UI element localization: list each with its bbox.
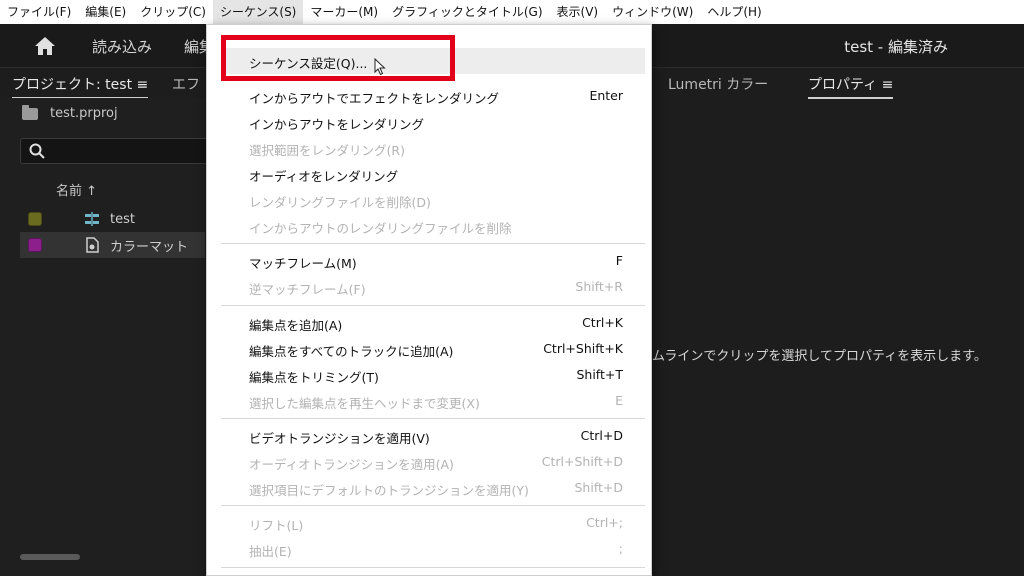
menu-item-label: 編集点を追加(A) xyxy=(249,318,343,333)
list-item[interactable]: test xyxy=(20,206,205,232)
menu-window[interactable]: ウィンドウ(W) xyxy=(605,0,700,24)
menu-item-shortcut: Shift+D xyxy=(574,480,623,495)
menu-item-shortcut: Shift+T xyxy=(576,367,623,382)
menu-item-label: インからアウトのレンダリングファイルを削除 xyxy=(249,221,512,236)
menu-item-render-effects-in-out[interactable]: インからアウトでエフェクトをレンダリング Enter xyxy=(207,83,651,109)
menu-item-label: インからアウトでエフェクトをレンダリング xyxy=(249,91,500,106)
menu-item-shortcut: Ctrl+Shift+D xyxy=(541,454,623,469)
tab-properties[interactable]: プロパティ ≡ xyxy=(808,74,894,99)
menu-item-label: リフト(L) xyxy=(249,518,304,533)
tab-lumetri[interactable]: Lumetri カラー xyxy=(668,74,768,94)
menu-item-delete-render-files-in-out: インからアウトのレンダリングファイルを削除 xyxy=(207,213,651,239)
menu-item-extend-edit-to-playhead: 選択した編集点を再生ヘッドまで変更(X) E xyxy=(207,388,651,414)
folder-icon xyxy=(22,104,38,120)
menu-item-label: マッチフレーム(M) xyxy=(249,256,357,271)
menu-item-shortcut: Shift+R xyxy=(575,279,623,294)
tab-properties-label: プロパティ xyxy=(808,77,878,93)
menu-item-add-edit-all-tracks[interactable]: 編集点をすべてのトラックに追加(A) Ctrl+Shift+K xyxy=(207,336,651,362)
menu-item-label: 選択範囲をレンダリング(R) xyxy=(249,143,405,158)
item-label: カラーマット xyxy=(110,239,189,255)
menu-item-add-edit[interactable]: 編集点を追加(A) Ctrl+K xyxy=(207,310,651,336)
project-panel: test.prproj 名前 ↑ test カラーマット xyxy=(0,98,210,576)
menu-edit[interactable]: 編集(E) xyxy=(78,0,133,24)
panel-menu-icon[interactable]: ≡ xyxy=(137,77,149,93)
list-item[interactable]: カラーマット xyxy=(20,232,205,258)
menu-item-label: オーディオをレンダリング xyxy=(249,169,399,184)
menu-item-label: 編集点をすべてのトラックに追加(A) xyxy=(249,344,454,359)
menu-separator xyxy=(221,567,645,568)
menu-item-extract: 抽出(E) ; xyxy=(207,536,651,562)
menu-item-lift: リフト(L) Ctrl+; xyxy=(207,510,651,536)
menu-item-apply-audio-transition: オーディオトランジションを適用(A) Ctrl+Shift+D xyxy=(207,449,651,475)
menu-item-label: 選択した編集点を再生ヘッドまで変更(X) xyxy=(249,396,480,411)
menu-item-render-in-out[interactable]: インからアウトをレンダリング xyxy=(207,109,651,135)
project-file: test.prproj xyxy=(22,104,118,121)
menu-item-shortcut: Enter xyxy=(589,88,623,103)
properties-hint: ムラインでクリップを選択してプロパティを表示します。 xyxy=(652,349,987,364)
menu-item-label: 逆マッチフレーム(F) xyxy=(249,282,366,297)
sequence-dropdown-menu: シーケンス設定(Q)... インからアウトでエフェクトをレンダリング Enter… xyxy=(206,24,652,576)
menu-item-shortcut: Ctrl+K xyxy=(582,315,623,330)
menu-item-reverse-match-frame: 逆マッチフレーム(F) Shift+R xyxy=(207,274,651,300)
menu-file[interactable]: ファイル(F) xyxy=(0,0,78,24)
menu-separator xyxy=(221,305,645,306)
sequence-icon xyxy=(85,212,99,226)
menu-item-shortcut: Ctrl+D xyxy=(580,428,623,443)
menu-item-label: オーディオトランジションを適用(A) xyxy=(249,457,454,472)
menu-separator xyxy=(221,505,645,506)
horizontal-scrollbar[interactable] xyxy=(20,554,80,560)
menu-help[interactable]: ヘルプ(H) xyxy=(700,0,768,24)
menu-item-apply-video-transition[interactable]: ビデオトランジションを適用(V) Ctrl+D xyxy=(207,423,651,449)
menu-clip[interactable]: クリップ(C) xyxy=(133,0,213,24)
menu-item-shortcut: E xyxy=(615,393,623,408)
menu-item-apply-default-transitions: 選択項目にデフォルトのトランジションを適用(Y) Shift+D xyxy=(207,475,651,501)
menu-item-label: ビデオトランジションを適用(V) xyxy=(249,431,430,446)
menu-marker[interactable]: マーカー(M) xyxy=(303,0,385,24)
menu-separator xyxy=(221,418,645,419)
item-label: test xyxy=(110,211,135,227)
menu-separator xyxy=(221,243,645,244)
label-color-swatch[interactable] xyxy=(28,238,42,252)
menu-item-shortcut: Ctrl+; xyxy=(586,515,623,530)
column-header-name[interactable]: 名前 ↑ xyxy=(56,180,97,199)
menu-item-trim-edit[interactable]: 編集点をトリミング(T) Shift+T xyxy=(207,362,651,388)
menu-item-match-frame[interactable]: マッチフレーム(M) F xyxy=(207,248,651,274)
tab-effects[interactable]: エフ xyxy=(172,74,200,94)
project-file-name: test.prproj xyxy=(50,106,118,121)
menu-item-label: 選択項目にデフォルトのトランジションを適用(Y) xyxy=(249,483,529,498)
menu-item-label: 抽出(E) xyxy=(249,544,292,559)
menu-item-label: レンダリングファイルを削除(D) xyxy=(249,195,431,210)
menu-item-shortcut: F xyxy=(615,253,623,268)
project-title: test - 編集済み xyxy=(844,38,948,56)
home-icon[interactable] xyxy=(34,36,56,56)
search-input[interactable] xyxy=(20,138,210,164)
tab-project[interactable]: プロジェクト: test ≡ xyxy=(12,74,149,99)
menu-item-shortcut: Ctrl+Shift+K xyxy=(543,341,623,356)
tab-project-label: プロジェクト: test xyxy=(12,77,133,93)
menu-item-render-selection: 選択範囲をレンダリング(R) xyxy=(207,135,651,161)
menu-item-shortcut: ; xyxy=(618,541,623,556)
menu-item-delete-render-files: レンダリングファイルを削除(D) xyxy=(207,187,651,213)
label-color-swatch[interactable] xyxy=(28,212,42,226)
menu-sequence[interactable]: シーケンス(S) xyxy=(212,0,304,24)
menu-graphics[interactable]: グラフィックとタイトル(G) xyxy=(385,0,549,24)
menu-item-label: インからアウトをレンダリング xyxy=(249,117,425,132)
search-icon xyxy=(29,143,45,159)
menu-item-label: 編集点をトリミング(T) xyxy=(249,370,379,385)
color-matte-icon xyxy=(86,237,99,253)
menu-item-render-audio[interactable]: オーディオをレンダリング xyxy=(207,161,651,187)
mouse-cursor-icon xyxy=(374,58,386,76)
properties-menu-icon[interactable]: ≡ xyxy=(882,77,894,93)
tab-import[interactable]: 読み込み xyxy=(92,36,152,57)
menu-view[interactable]: 表示(V) xyxy=(550,0,606,24)
highlight-box xyxy=(221,35,455,81)
menu-bar: ファイル(F) 編集(E) クリップ(C) シーケンス(S) マーカー(M) グ… xyxy=(0,0,1024,24)
